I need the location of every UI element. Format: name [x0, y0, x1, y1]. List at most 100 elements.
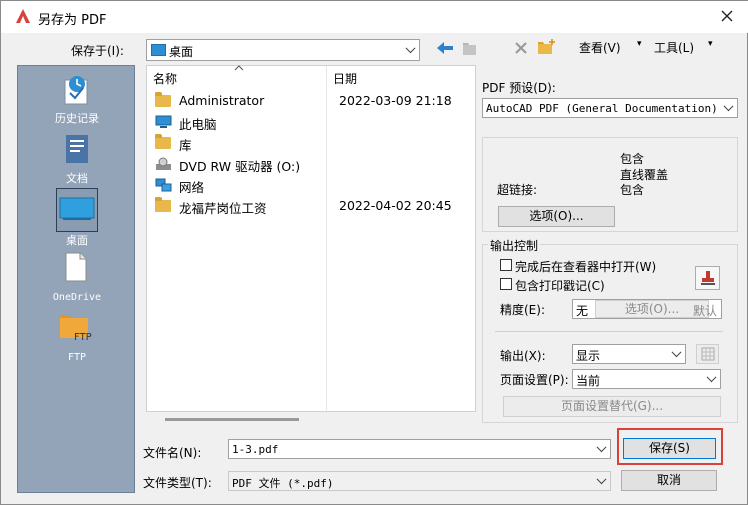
item-name: 龙福芹岗位工资: [179, 201, 267, 216]
pdf-preset-dropdown[interactable]: AutoCAD PDF (General Documentation): [482, 98, 738, 118]
filename-input[interactable]: 1-3.pdf: [228, 439, 611, 459]
pdf-preset-value: AutoCAD PDF (General Documentation): [486, 102, 718, 115]
view-menu[interactable]: 查看(V) ▾: [579, 39, 649, 55]
cancel-button[interactable]: 取消: [621, 470, 717, 491]
item-name: Administrator: [179, 93, 265, 108]
output-value: 显示: [576, 349, 601, 363]
output-divider: [495, 331, 723, 332]
plot-stamp-settings-button[interactable]: [695, 266, 720, 290]
title-bar: 另存为 PDF: [1, 1, 748, 33]
preset-info-include: 包含: [620, 152, 645, 166]
item-name: 此电脑: [179, 117, 217, 132]
documents-icon: [64, 134, 90, 164]
onedrive-icon: [64, 252, 88, 282]
page-setup-value: 当前: [576, 374, 601, 388]
computer-icon: [155, 115, 172, 128]
desktop-small-icon: [151, 44, 166, 56]
place-documents[interactable]: 文档: [18, 130, 134, 190]
list-item[interactable]: 网络: [153, 175, 473, 195]
tools-menu-label: 工具(L): [654, 41, 695, 55]
list-item[interactable]: 库: [153, 133, 473, 153]
item-name: 库: [179, 138, 192, 153]
grid-icon: [701, 347, 714, 361]
filetype-dropdown[interactable]: PDF 文件 (*.pdf): [228, 471, 611, 491]
chevron-down-icon: [405, 43, 416, 54]
page-setup-dropdown[interactable]: 当前: [572, 369, 721, 389]
save-button[interactable]: 保存(S): [623, 438, 716, 459]
back-arrow-icon[interactable]: [435, 39, 455, 57]
chevron-down-icon: [596, 474, 607, 485]
place-desktop[interactable]: [56, 188, 98, 232]
preset-options-button[interactable]: 选项(O)...: [498, 206, 615, 227]
precision-value: 无: [576, 304, 589, 318]
save-pdf-dialog: 另存为 PDF 保存于(I): 桌面 查看(V) ▾ 工具(L) ▾ 历史记录: [0, 0, 748, 505]
place-label: FTP: [67, 352, 87, 363]
sort-caret-icon: [233, 62, 245, 72]
page-setup-override-button[interactable]: 页面设置替代(G)...: [503, 396, 721, 417]
precision-overlay-text: 默认: [693, 304, 718, 318]
autocad-logo-icon: [15, 8, 31, 24]
horizontal-scrollbar-thumb[interactable]: [165, 418, 299, 421]
item-date: 2022-03-09 21:18: [339, 93, 452, 108]
location-dropdown[interactable]: 桌面: [146, 39, 420, 61]
filetype-value: PDF 文件 (*.pdf): [232, 477, 334, 490]
menu-caret-icon: ▾: [637, 39, 642, 49]
output-control-title: 输出控制: [488, 237, 541, 254]
list-item[interactable]: DVD RW 驱动器 (O:): [153, 154, 473, 174]
folder-icon: [155, 92, 171, 107]
ftp-overlay-text: FTP: [74, 332, 92, 343]
dvd-drive-icon: [155, 157, 172, 171]
file-list[interactable]: 名称 日期 Administrator 2022-03-09 21:18 此电脑…: [146, 62, 476, 421]
open-in-viewer-checkbox[interactable]: [500, 259, 512, 271]
stamp-icon: [700, 271, 715, 285]
history-icon: [62, 74, 92, 106]
column-header-name[interactable]: 名称: [153, 70, 177, 87]
pdf-preset-label: PDF 预设(D):: [482, 81, 556, 95]
delete-icon[interactable]: [513, 40, 529, 56]
filetype-label: 文件类型(T):: [143, 476, 212, 490]
up-folder-icon[interactable]: [461, 39, 479, 57]
item-date: 2022-04-02 20:45: [339, 198, 452, 213]
include-plot-stamp-label[interactable]: 包含打印戳记(C): [515, 277, 605, 294]
close-icon[interactable]: [717, 6, 737, 26]
output-label: 输出(X):: [500, 349, 546, 363]
save-in-label: 保存于(I):: [71, 44, 124, 58]
chevron-down-icon: [596, 442, 607, 453]
desktop-icon: [59, 195, 95, 223]
chevron-down-icon: [706, 372, 717, 383]
places-sidebar: 历史记录 文档 桌面 OneDrive FTP FTP: [17, 65, 135, 493]
tools-menu[interactable]: 工具(L) ▾: [654, 39, 724, 55]
filename-value: 1-3.pdf: [232, 443, 279, 456]
list-item[interactable]: Administrator 2022-03-09 21:18: [153, 91, 473, 111]
place-label: 桌面: [66, 234, 88, 247]
page-setup-label: 页面设置(P):: [500, 373, 569, 387]
precision-label: 精度(E):: [500, 303, 545, 317]
precision-dropdown[interactable]: 无 选项(O)... 默认: [572, 299, 722, 319]
filename-label: 文件名(N):: [143, 446, 202, 460]
open-in-viewer-label[interactable]: 完成后在查看器中打开(W): [515, 258, 656, 275]
output-settings-button[interactable]: [696, 344, 719, 364]
menu-caret-icon: ▾: [708, 39, 713, 49]
place-history[interactable]: 历史记录: [18, 70, 134, 130]
folder-icon: [155, 134, 171, 149]
location-value: 桌面: [169, 45, 194, 59]
include-plot-stamp-checkbox[interactable]: [500, 278, 512, 290]
window-title: 另存为 PDF: [38, 13, 107, 28]
place-label: 文档: [66, 172, 88, 185]
chevron-down-icon: [723, 101, 734, 112]
item-name: 网络: [179, 180, 205, 195]
list-item[interactable]: 此电脑: [153, 112, 473, 132]
precision-options-button[interactable]: 选项(O)...: [595, 300, 709, 318]
place-onedrive[interactable]: OneDrive: [18, 250, 134, 310]
place-ftp[interactable]: FTP FTP: [18, 310, 134, 370]
new-folder-icon[interactable]: [537, 38, 557, 56]
place-label: 历史记录: [55, 112, 99, 125]
place-label: OneDrive: [52, 292, 102, 303]
chevron-down-icon: [671, 347, 682, 358]
list-item[interactable]: 龙福芹岗位工资 2022-04-02 20:45: [153, 196, 473, 216]
column-header-date[interactable]: 日期: [333, 70, 357, 87]
preset-info-include-2: 包含: [620, 183, 645, 197]
item-name: DVD RW 驱动器 (O:): [179, 159, 301, 174]
network-icon: [155, 178, 172, 192]
output-dropdown[interactable]: 显示: [572, 344, 686, 364]
